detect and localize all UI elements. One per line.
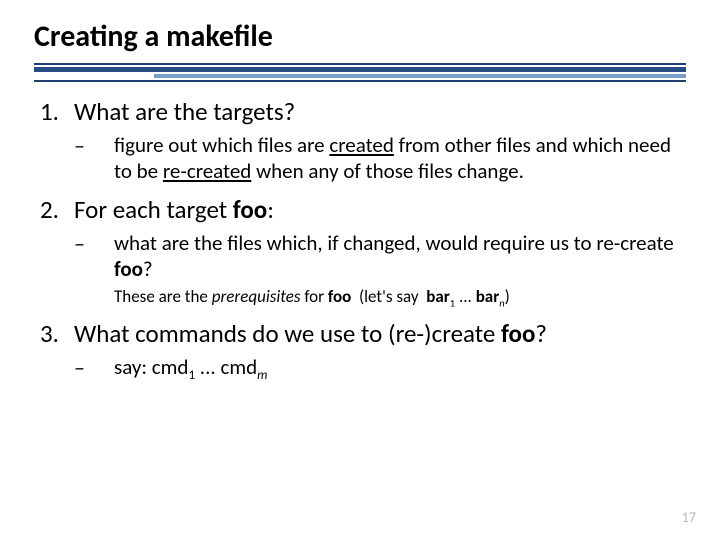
bullet-dash-icon: – (74, 231, 114, 258)
list-item: What commands do we use to (re-)create f… (40, 318, 686, 382)
bullet-dash-icon: – (74, 133, 114, 160)
list-item-heading: What commands do we use to (re-)create f… (40, 318, 686, 349)
sub-bullet-note: These are the prerequisites for foo (let… (114, 286, 686, 307)
slide-outline: What are the targets?–figure out which f… (40, 96, 686, 382)
sub-bullet: –figure out which files are created from… (74, 133, 686, 184)
page-number: 17 (682, 509, 696, 526)
bullet-dash-icon: – (74, 355, 114, 382)
list-item-heading: What are the targets? (40, 96, 686, 127)
sub-bullet-text: say: cmd1 ... cmdm (114, 355, 267, 381)
slide-title: Creating a makefile (34, 18, 686, 55)
list-item-heading: For each target foo: (40, 194, 686, 225)
title-divider (34, 63, 686, 82)
sub-bullet: –say: cmd1 ... cmdm (74, 355, 686, 382)
sub-bullet: –what are the files which, if changed, w… (74, 231, 686, 282)
list-item: For each target foo: –what are the files … (40, 194, 686, 307)
list-item: What are the targets? –figure out which f… (40, 96, 686, 184)
sub-bullet-text: figure out which files are created from … (114, 133, 686, 184)
sub-bullet-text: what are the files which, if changed, wo… (114, 231, 686, 282)
